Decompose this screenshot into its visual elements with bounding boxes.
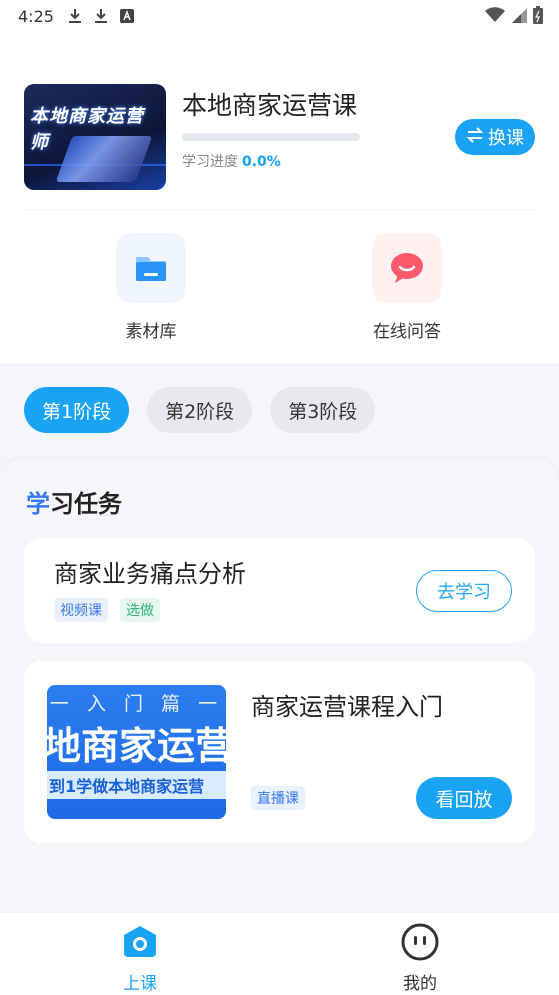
task-tag: 选做 [120,598,160,622]
chat-bubble-icon [372,233,442,303]
task-tag: 直播课 [251,786,305,810]
wifi-icon [485,7,505,27]
course-header-area [0,32,559,362]
swap-icon [466,126,484,148]
progress-value: 0.0% [242,154,281,170]
nav-label: 我的 [403,974,437,994]
watch-replay-button[interactable]: 看回放 [416,777,512,819]
task-thumbnail[interactable]: 一 入 门 篇 一 地商家运营 到1学做本地商家运营 [47,685,226,819]
feature-materials[interactable]: 素材库 [101,233,201,342]
bottom-nav: 上课 我的 [0,912,559,995]
thumbnail-headline: 地商家运营 [47,724,226,768]
status-time: 4:25 [18,6,54,26]
feature-online-qa[interactable]: 在线问答 [357,233,457,342]
stage-tabs: 第1阶段 第2阶段 第3阶段 [24,387,376,433]
download-icon [94,8,108,24]
thumbnail-title: 本地商家运营师 [30,106,144,153]
nav-item-class[interactable]: 上课 [90,923,190,994]
status-bar: 4:25 [0,0,559,32]
nav-label: 上课 [123,974,157,994]
progress-label-text: 学习进度 [182,154,238,170]
section-title-rest: 习任务 [50,490,122,518]
divider [24,209,535,210]
progress-bar [182,133,360,141]
class-home-icon [90,923,190,965]
task-title: 商家运营课程入门 [251,693,443,721]
battery-icon [533,6,543,28]
status-icons-right [485,6,543,28]
thumbnail-caption: 一 入 门 篇 一 [49,693,224,715]
nav-item-mine[interactable]: 我的 [370,923,470,994]
switch-course-button[interactable]: 换课 [455,119,535,155]
download-icon [68,8,82,24]
folder-icon [116,233,186,303]
section-title: 学习任务 [26,484,122,519]
font-icon [119,9,134,23]
stage-tab-2[interactable]: 第2阶段 [147,387,253,433]
app-screen: 4:25 本地商家运营师 本地商家运营课 学习进度 0.0% 换课 素材库 在线… [0,0,559,995]
stage-tab-3[interactable]: 第3阶段 [270,387,376,433]
course-thumbnail[interactable]: 本地商家运营师 [24,84,166,190]
task-card[interactable]: 商家业务痛点分析 视频课 选做 去学习 [24,538,535,642]
signal-icon [511,7,527,27]
stage-tab-1[interactable]: 第1阶段 [24,387,130,433]
go-study-button[interactable]: 去学习 [416,570,512,612]
task-card[interactable]: 一 入 门 篇 一 地商家运营 到1学做本地商家运营 商家运营课程入门 直播课 … [24,661,535,843]
task-tag: 视频课 [54,598,108,622]
profile-face-icon [370,923,470,965]
thumbnail-subline: 到1学做本地商家运营 [47,771,226,799]
feature-label: 在线问答 [373,322,441,342]
task-title: 商家业务痛点分析 [54,560,246,588]
course-title: 本地商家运营课 [182,91,358,120]
feature-label: 素材库 [125,322,177,342]
switch-course-label: 换课 [488,128,524,149]
section-title-accent: 学 [26,490,50,518]
progress-label: 学习进度 0.0% [182,151,281,171]
